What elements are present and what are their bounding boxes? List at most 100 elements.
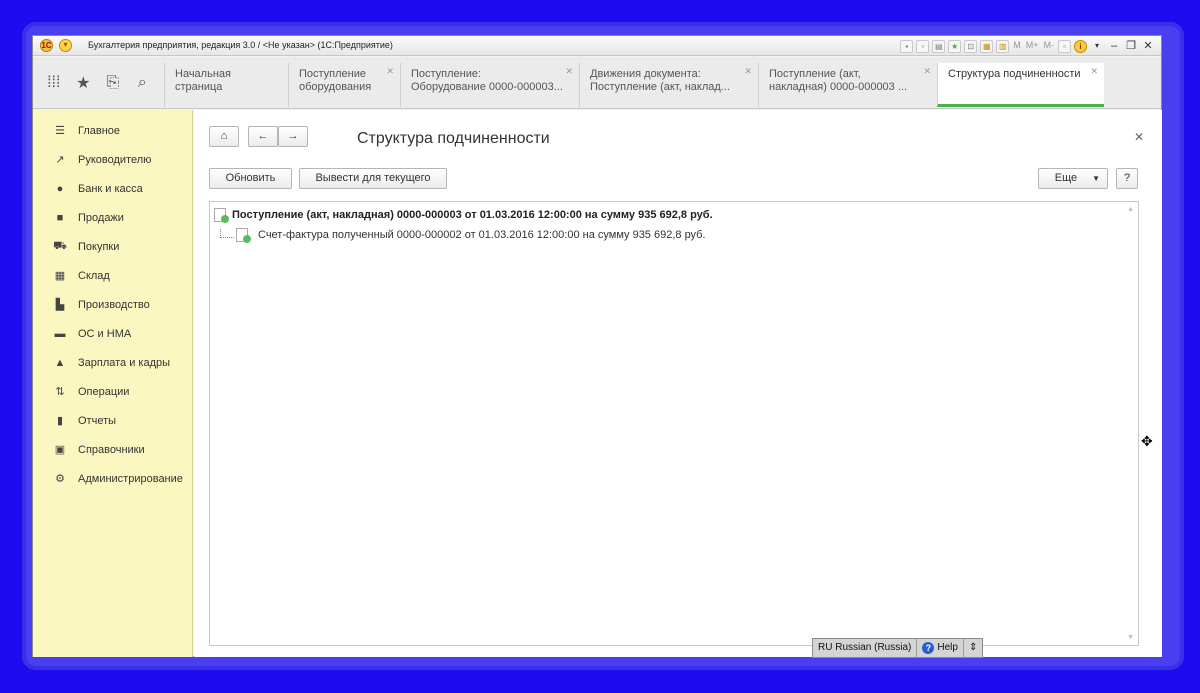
tab-label-2: накладная) 0000-000003 ...: [769, 81, 908, 93]
main-menu-icon[interactable]: ▾: [59, 39, 72, 52]
restore-icon[interactable]: ❐: [1124, 39, 1138, 53]
refresh-button[interactable]: Обновить: [209, 168, 292, 189]
help-icon: ?: [922, 642, 935, 654]
sidebar-item-label: Операции: [78, 385, 130, 398]
save-icon[interactable]: ▪: [900, 39, 914, 53]
sidebar-item-sales[interactable]: ■ Продажи: [33, 203, 192, 232]
tree-row-root[interactable]: Поступление (акт, накладная) 0000-000003…: [214, 206, 713, 224]
help-button[interactable]: ?: [1116, 168, 1138, 189]
sidebar-item-label: Зарплата и кадры: [78, 356, 171, 369]
app-logo-icon[interactable]: 1С: [40, 39, 53, 52]
tab-bar: ⁞⁞⁞ ★ ⎘ ⌕ Начальная страница Поступление…: [33, 57, 1161, 109]
sidebar-item-label: Отчеты: [78, 414, 117, 427]
output-current-button[interactable]: Вывести для текущего: [299, 168, 447, 189]
close-form-icon[interactable]: ✕: [1134, 130, 1144, 144]
sidebar-item-manager[interactable]: ↗ Руководителю: [33, 145, 192, 174]
back-button[interactable]: ←: [248, 126, 278, 147]
favorites-icon[interactable]: ★: [948, 39, 962, 53]
link-icon[interactable]: ⊡: [964, 39, 978, 53]
close-tab-icon[interactable]: ✕: [923, 65, 931, 78]
tab-equipment-receipt[interactable]: Поступление оборудования ✕: [288, 63, 400, 107]
ruble-icon: ●: [56, 182, 64, 195]
close-tab-icon[interactable]: ✕: [744, 65, 752, 78]
sidebar-item-label: Продажи: [78, 211, 124, 224]
langbar-options-icon[interactable]: ⇕: [964, 639, 982, 657]
tab-label: Поступление: [299, 68, 367, 80]
tab-label: Поступление (акт,: [769, 68, 861, 80]
calculator-icon[interactable]: ▦: [980, 39, 994, 53]
sidebar-item-operations[interactable]: ⇅ Операции: [33, 377, 192, 406]
tab-label: Поступление:: [411, 68, 482, 80]
scroll-down-icon[interactable]: ▼: [1127, 634, 1134, 641]
history-icon[interactable]: ⎘: [103, 74, 123, 92]
sidebar-item-reports[interactable]: ▮ Отчеты: [33, 406, 192, 435]
document-icon: [236, 228, 251, 243]
minimize-icon[interactable]: –: [1107, 39, 1121, 53]
memory-minus-button[interactable]: M-: [1043, 40, 1056, 53]
sections-sidebar: ☰ Главное ↗ Руководителю ● Банк и касса ■ Пр…: [33, 110, 193, 657]
tree-row-label: Поступление (акт, накладная) 0000-000003…: [232, 209, 713, 221]
memory-plus-button[interactable]: M+: [1025, 40, 1040, 53]
operations-icon: ⇅: [55, 386, 65, 398]
app-window: 1С ▾ Бухгалтерия предприятия, редакция 3…: [32, 35, 1162, 657]
close-tab-icon[interactable]: ✕: [565, 65, 573, 78]
tab-label: Движения документа:: [590, 68, 701, 80]
search-icon[interactable]: ⌕: [132, 74, 152, 92]
close-tab-icon[interactable]: ✕: [386, 65, 394, 78]
title-toolbar: ▪ ▫ ▤ ★ ⊡ ▦ ▥ M M+ M- ▫ i ▾ – ❐ ✕: [900, 38, 1155, 54]
sidebar-item-main[interactable]: ☰ Главное: [33, 116, 192, 145]
enlarge-icon[interactable]: ▫: [1058, 39, 1071, 53]
sidebar-item-production[interactable]: ▙ Производство: [33, 290, 192, 319]
tab-subordination-structure[interactable]: Структура подчиненности ✕: [937, 63, 1104, 107]
tree-row-child[interactable]: Счет-фактура полученный 0000-000002 от 0…: [236, 226, 706, 244]
tab-label: Начальная страница: [175, 68, 231, 93]
cart-icon: ⛟: [53, 239, 67, 252]
form-area: ⌂ ← → Структура подчиненности ✕ Обновить…: [194, 110, 1162, 657]
tab-doc-movements[interactable]: Движения документа: Поступление (акт, на…: [579, 63, 758, 107]
help-button-taskbar[interactable]: ? Help: [917, 639, 964, 657]
bag-icon: ■: [56, 211, 64, 224]
tab-label: Структура подчиненности: [948, 68, 1081, 80]
document-icon: [214, 208, 229, 223]
window-title: Бухгалтерия предприятия, редакция 3.0 / …: [88, 40, 393, 50]
sidebar-item-catalogs[interactable]: ▣ Справочники: [33, 435, 192, 464]
forward-button[interactable]: →: [278, 126, 308, 147]
page-title: Структура подчиненности: [357, 130, 550, 147]
print-icon[interactable]: ▫: [916, 39, 930, 53]
chevron-down-icon: ▼: [1092, 174, 1100, 183]
more-dropdown[interactable]: Еще ▼: [1038, 168, 1108, 189]
sidebar-item-salary[interactable]: ▲ Зарплата и кадры: [33, 348, 192, 377]
memory-m-button[interactable]: M: [1012, 40, 1022, 53]
sidebar-item-label: Склад: [78, 269, 110, 282]
truck-icon: ▬: [54, 327, 66, 340]
tab-home[interactable]: Начальная страница: [164, 63, 288, 107]
sidebar-item-label: Справочники: [78, 443, 145, 456]
tab-receipt-act[interactable]: Поступление (акт, накладная) 0000-000003…: [758, 63, 937, 107]
apps-grid-icon[interactable]: ⁞⁞⁞: [44, 74, 64, 92]
calendar-icon[interactable]: ▥: [996, 39, 1010, 53]
sidebar-item-label: Руководителю: [78, 153, 152, 166]
language-bar: RU Russian (Russia) ? Help ⇕: [812, 638, 984, 658]
sidebar-item-admin[interactable]: ⚙ Администрирование: [33, 464, 192, 493]
dropdown-icon[interactable]: ▾: [1090, 39, 1104, 53]
nav-icons: ⁞⁞⁞ ★ ⎘ ⌕: [33, 57, 163, 109]
info-icon[interactable]: i: [1074, 39, 1087, 53]
language-selector[interactable]: RU Russian (Russia): [813, 639, 918, 657]
chart-icon: ▮: [56, 415, 64, 427]
tab-equipment-doc[interactable]: Поступление: Оборудование 0000-000003...…: [400, 63, 579, 107]
scroll-up-icon[interactable]: ▲: [1127, 206, 1134, 213]
sidebar-item-assets[interactable]: ▬ ОС и НМА: [33, 319, 192, 348]
tab-label-2: Оборудование 0000-000003...: [411, 81, 563, 93]
close-tab-icon[interactable]: ✕: [1090, 65, 1098, 78]
warehouse-icon: ▦: [54, 270, 66, 282]
home-button[interactable]: ⌂: [209, 126, 239, 147]
sidebar-item-purchases[interactable]: ⛟ Покупки: [33, 232, 192, 261]
menu-icon: ☰: [55, 125, 65, 137]
sidebar-item-bank[interactable]: ● Банк и касса: [33, 174, 192, 203]
title-bar: 1С ▾ Бухгалтерия предприятия, редакция 3…: [33, 36, 1161, 56]
sidebar-item-warehouse[interactable]: ▦ Склад: [33, 261, 192, 290]
favorites-star-icon[interactable]: ★: [73, 73, 93, 93]
preview-icon[interactable]: ▤: [932, 39, 946, 53]
help-label: Help: [937, 642, 958, 653]
close-window-icon[interactable]: ✕: [1141, 39, 1155, 53]
